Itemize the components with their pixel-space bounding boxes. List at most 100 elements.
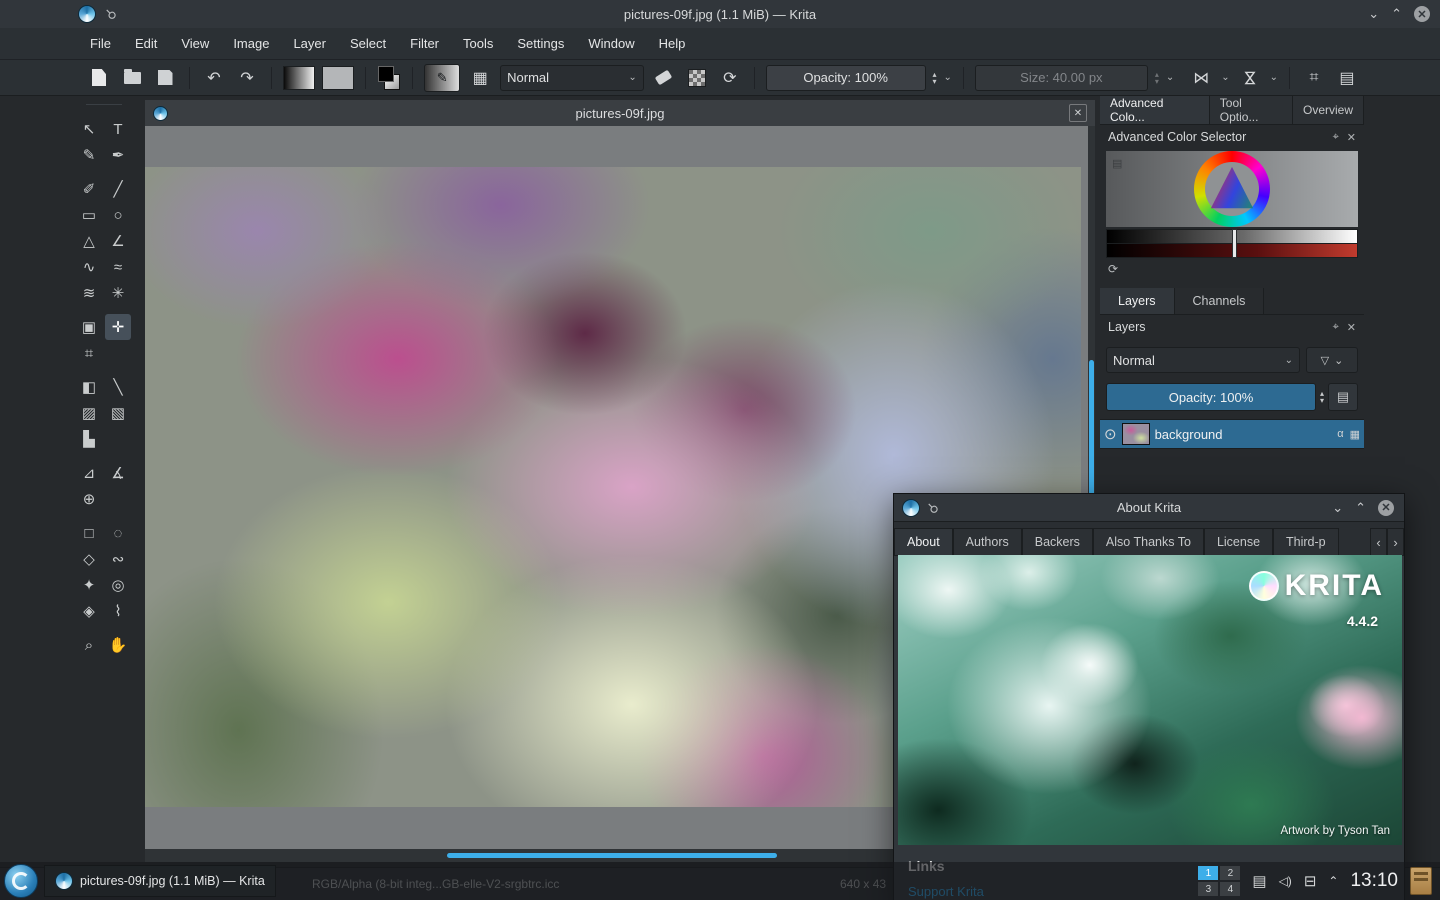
layers-header[interactable]: Layers ⌖ ✕ <box>1100 315 1364 339</box>
layer-list-settings-button[interactable]: ▤ <box>1328 383 1358 411</box>
layer-opacity-spinner[interactable]: ▴ ▾ <box>1320 390 1324 404</box>
maximize-button[interactable]: ⌃ <box>1391 6 1402 22</box>
menu-tools[interactable]: Tools <box>451 28 505 60</box>
tool-freehand-select[interactable]: ∾ <box>105 546 131 572</box>
tab-backers[interactable]: Backers <box>1022 528 1093 555</box>
close-button[interactable]: ✕ <box>1378 500 1394 516</box>
menu-help[interactable]: Help <box>647 28 698 60</box>
tool-crop[interactable]: ⌗ <box>76 340 102 366</box>
layer-opacity-slider[interactable]: Opacity: 100% <box>1106 383 1316 411</box>
menu-view[interactable]: View <box>169 28 221 60</box>
clock[interactable]: 13:10 <box>1350 870 1398 892</box>
tool-reference-images[interactable]: ⊕ <box>76 486 102 512</box>
network-icon[interactable]: ⊟ <box>1304 872 1317 890</box>
layer-filter-button[interactable]: ▽ ⌄ <box>1306 347 1358 373</box>
menu-layer[interactable]: Layer <box>281 28 338 60</box>
tool-color-sampler[interactable]: ╲ <box>105 374 131 400</box>
tab-third-party[interactable]: Third-p <box>1273 528 1339 555</box>
tool-transform[interactable]: ▣ <box>76 314 102 340</box>
opacity-slider[interactable]: Opacity: 100% <box>766 65 926 91</box>
eraser-toggle[interactable] <box>651 65 677 91</box>
size-slider[interactable]: Size: 40.00 px <box>975 65 1148 91</box>
tool-gradient[interactable]: ◧ <box>76 374 102 400</box>
desktop-2[interactable]: 2 <box>1220 866 1240 880</box>
subwindow-titlebar[interactable]: pictures-09f.jpg ✕ <box>145 100 1095 127</box>
tool-calligraphy[interactable]: ✒ <box>105 142 131 168</box>
tool-assistants[interactable]: ⊿ <box>76 460 102 486</box>
menu-select[interactable]: Select <box>338 28 398 60</box>
mirror-vertical-caret-icon[interactable]: ⌄ <box>1270 72 1278 83</box>
close-button[interactable]: ✕ <box>1414 6 1430 22</box>
menu-window[interactable]: Window <box>576 28 646 60</box>
tool-polyline[interactable]: ∠ <box>105 228 131 254</box>
device-notifier-icon[interactable] <box>1410 867 1432 895</box>
tool-polygonal-select[interactable]: ◇ <box>76 546 102 572</box>
app-launcher-icon[interactable] <box>4 864 38 898</box>
gradient-swatch[interactable] <box>283 66 315 90</box>
toolbox-handle[interactable] <box>86 104 122 110</box>
acs-settings-icon[interactable]: ▤ <box>1112 157 1122 170</box>
desktop-1[interactable]: 1 <box>1198 866 1218 880</box>
tab-license[interactable]: License <box>1204 528 1273 555</box>
tool-select-shapes[interactable]: ↖ <box>76 116 102 142</box>
layer-row-background[interactable]: ⊙ background α ▦ <box>1100 419 1364 449</box>
tab-channels[interactable]: Channels <box>1175 288 1265 314</box>
tab-scroll-right-icon[interactable]: › <box>1387 528 1404 555</box>
wrap-around-button[interactable]: ⌗ <box>1301 65 1327 91</box>
tool-polygon[interactable]: △ <box>76 228 102 254</box>
acs-refresh-icon[interactable]: ⟳ <box>1108 262 1124 276</box>
tool-line[interactable]: ╱ <box>105 176 131 202</box>
taskbar-task-krita[interactable]: pictures-09f.jpg (1.1 MiB) — Krita <box>44 865 276 897</box>
tool-ellipse[interactable]: ○ <box>105 202 131 228</box>
open-button[interactable] <box>119 65 145 91</box>
shade-button[interactable]: ⌄ <box>1332 500 1343 516</box>
menu-file[interactable]: File <box>78 28 123 60</box>
tool-bezier-curve[interactable]: ∿ <box>76 254 102 280</box>
tool-dynamic-brush[interactable]: ≋ <box>76 280 102 306</box>
tab-authors[interactable]: Authors <box>953 528 1022 555</box>
tool-freehand-brush[interactable]: ✐ <box>76 176 102 202</box>
size-spinner[interactable]: ▴ ▾ <box>1155 71 1159 85</box>
tool-text[interactable]: T <box>105 116 131 142</box>
close-docker-icon[interactable]: ✕ <box>1347 131 1356 144</box>
undo-button[interactable]: ↶ <box>201 65 227 91</box>
tool-fill[interactable]: ▙ <box>76 426 102 452</box>
workspace-chooser-button[interactable]: ▤ <box>1334 65 1360 91</box>
brush-editor-button[interactable]: ✎ <box>424 64 460 92</box>
blending-mode-dropdown[interactable]: Normal ⌄ <box>500 65 644 91</box>
tab-advanced-color-selector[interactable]: Advanced Colo... <box>1100 96 1210 124</box>
tool-measure[interactable]: ∡ <box>105 460 131 486</box>
tab-layers[interactable]: Layers <box>1100 288 1175 314</box>
tool-similar-color-select[interactable]: ◎ <box>105 572 131 598</box>
vertical-scrollbar-thumb[interactable] <box>1089 360 1094 512</box>
tab-overview[interactable]: Overview <box>1293 96 1364 124</box>
mirror-vertical-button[interactable]: ⋈ <box>1237 65 1263 91</box>
menu-edit[interactable]: Edit <box>123 28 169 60</box>
tab-scroll-left-icon[interactable]: ‹ <box>1370 528 1387 555</box>
opacity-caret-icon[interactable]: ⌄ <box>944 72 952 83</box>
close-subwindow-button[interactable]: ✕ <box>1069 104 1087 122</box>
tool-edit-shapes[interactable]: ✎ <box>76 142 102 168</box>
tool-smart-patch[interactable]: ▨ <box>76 400 102 426</box>
layer-blending-mode-dropdown[interactable]: Normal ⌄ <box>1106 347 1300 373</box>
desktop-4[interactable]: 4 <box>1220 882 1240 896</box>
menu-settings[interactable]: Settings <box>505 28 576 60</box>
size-caret-icon[interactable]: ⌄ <box>1166 72 1174 83</box>
tool-pan[interactable]: ✋ <box>105 632 131 658</box>
tool-zoom[interactable]: ⌕ <box>76 632 102 658</box>
maximize-button[interactable]: ⌃ <box>1355 500 1366 516</box>
brush-presets-button[interactable]: ▦ <box>467 65 493 91</box>
color-wheel[interactable] <box>1194 151 1270 227</box>
tool-bezier-select[interactable]: ◈ <box>76 598 102 624</box>
new-document-button[interactable] <box>86 65 112 91</box>
volume-icon[interactable]: ◁) <box>1279 874 1292 888</box>
tool-contiguous-select[interactable]: ✦ <box>76 572 102 598</box>
minimize-button[interactable]: ⌄ <box>1368 6 1379 22</box>
mirror-horizontal-button[interactable]: ⋈ <box>1188 65 1214 91</box>
float-docker-icon[interactable]: ⌖ <box>1333 131 1339 144</box>
tool-ellipse-select[interactable]: ◌ <box>105 520 131 546</box>
acs-header[interactable]: Advanced Color Selector ⌖ ✕ <box>1100 125 1364 149</box>
tool-multibrush[interactable]: ✳ <box>105 280 131 306</box>
mirror-horizontal-caret-icon[interactable]: ⌄ <box>1221 72 1229 83</box>
color-triangle[interactable] <box>1208 165 1256 213</box>
